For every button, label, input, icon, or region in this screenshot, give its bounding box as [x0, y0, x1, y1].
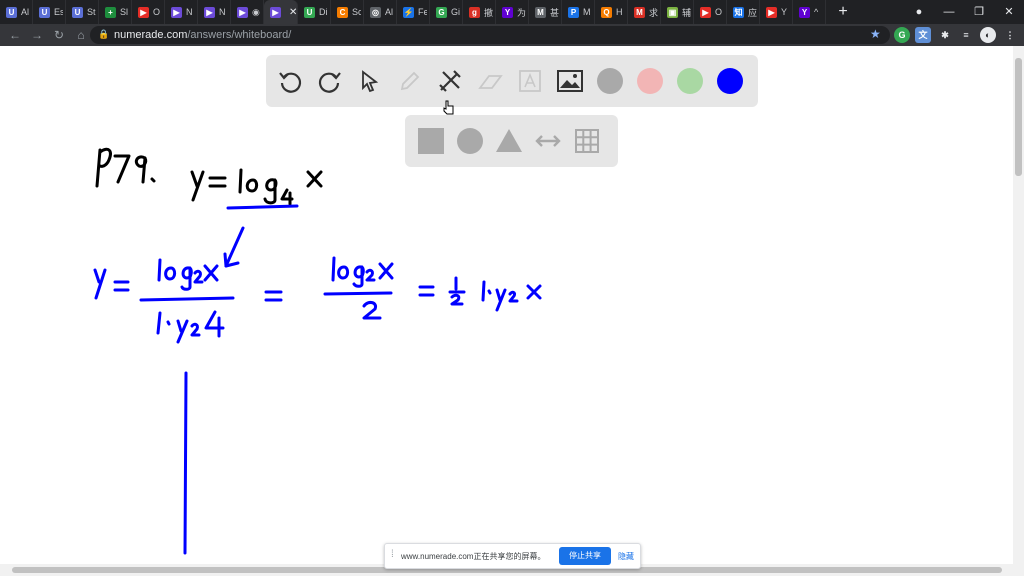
circle-shape-button[interactable] — [454, 125, 486, 157]
drag-handle-icon[interactable]: ⁞ — [391, 549, 394, 560]
pointer-icon — [362, 70, 379, 93]
whiteboard-toolbar — [266, 55, 758, 107]
hand-cursor-icon — [443, 100, 454, 115]
grid-button[interactable] — [571, 125, 603, 157]
select-tool-button[interactable] — [354, 65, 386, 97]
screen-share-banner: ⁞ www.numerade.com正在共享您的屏幕。 停止共享 隐藏 — [384, 543, 641, 569]
eraser-icon — [478, 75, 503, 89]
pen-tool-button[interactable] — [394, 65, 426, 97]
redo-button[interactable] — [314, 65, 346, 97]
vertical-scroll-thumb[interactable] — [1015, 58, 1022, 176]
eraser-button[interactable] — [474, 65, 506, 97]
color-swatch-red — [637, 68, 663, 94]
color-green-button[interactable] — [674, 65, 706, 97]
square-icon — [418, 128, 444, 154]
equation-line1-ink — [190, 168, 323, 206]
undo-button[interactable] — [274, 65, 306, 97]
image-tool-button[interactable] — [554, 65, 586, 97]
text-tool-button[interactable] — [514, 65, 546, 97]
color-swatch-green — [677, 68, 703, 94]
triangle-icon — [496, 129, 522, 152]
color-red-button[interactable] — [634, 65, 666, 97]
hide-banner-link[interactable]: 隐藏 — [618, 551, 634, 562]
text-box-icon — [519, 70, 541, 92]
undo-icon — [279, 72, 302, 93]
problem-number-ink — [95, 147, 156, 188]
arrow-shape-button[interactable] — [532, 125, 564, 157]
share-message: www.numerade.com正在共享您的屏幕。 — [401, 552, 546, 561]
solution-ink — [93, 204, 542, 555]
circle-icon — [457, 128, 483, 154]
tools-icon — [439, 70, 461, 92]
vertical-scrollbar[interactable] — [1013, 46, 1024, 564]
shapes-toolbar — [405, 115, 618, 167]
square-shape-button[interactable] — [415, 125, 447, 157]
color-swatch-blue — [717, 68, 743, 94]
stop-sharing-button[interactable]: 停止共享 — [559, 547, 611, 565]
color-gray-button[interactable] — [594, 65, 626, 97]
double-arrow-icon — [535, 135, 561, 147]
tools-button[interactable] — [434, 65, 466, 97]
color-swatch-gray — [597, 68, 623, 94]
grid-icon — [575, 129, 599, 153]
image-icon — [557, 70, 583, 92]
color-blue-button[interactable] — [714, 65, 746, 97]
redo-icon — [318, 72, 341, 93]
triangle-shape-button[interactable] — [493, 125, 525, 157]
pencil-icon — [400, 71, 420, 91]
